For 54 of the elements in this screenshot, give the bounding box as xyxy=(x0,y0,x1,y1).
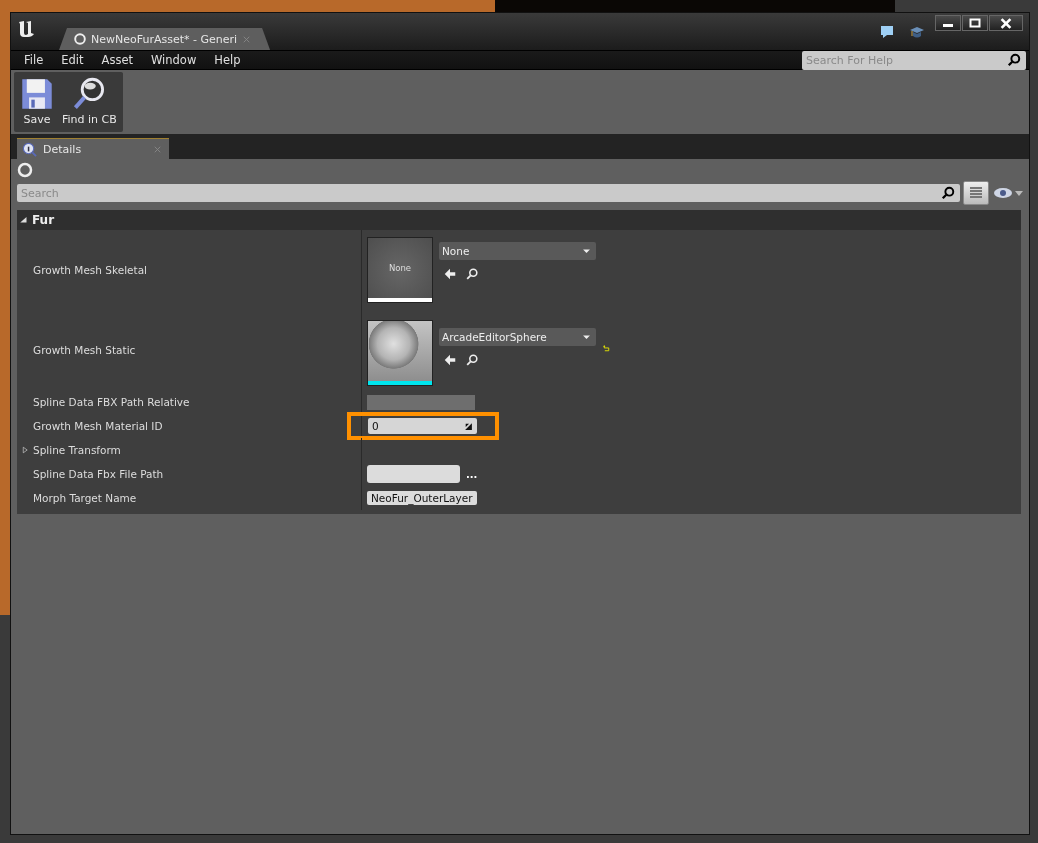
magnifier-icon xyxy=(72,77,107,111)
text-field[interactable] xyxy=(367,394,475,410)
number-field[interactable]: 0 xyxy=(368,418,477,434)
close-button[interactable] xyxy=(989,15,1023,31)
search-icon xyxy=(941,186,955,200)
info-magnifier-icon xyxy=(22,141,37,157)
view-options-button[interactable] xyxy=(963,181,989,205)
circle-icon xyxy=(73,32,87,46)
eye-dropdown-icon[interactable] xyxy=(993,186,1023,200)
collapse-arrow-icon[interactable] xyxy=(19,215,29,225)
menu-item[interactable]: Asset xyxy=(92,53,142,67)
search-field[interactable]: Search xyxy=(17,184,960,202)
property-label: Growth Mesh Static xyxy=(33,344,136,356)
asset-dropdown[interactable]: ArcadeEditorSphere xyxy=(439,328,596,346)
reset-arrow-icon[interactable] xyxy=(602,344,611,353)
graduation-cap-icon[interactable] xyxy=(909,24,925,40)
resize-icon xyxy=(464,421,473,431)
help-search-field[interactable]: Search For Help xyxy=(802,50,1026,70)
property-label: Spline Data Fbx File Path xyxy=(33,468,164,480)
tab-title: NewNeoFurAsset* - Generi xyxy=(91,32,238,46)
search-icon[interactable] xyxy=(465,267,479,281)
category-title: Fur xyxy=(32,213,55,227)
property-label: Growth Mesh Material ID xyxy=(33,420,163,432)
menu-item[interactable]: Help xyxy=(205,53,250,67)
speech-bubble-icon[interactable] xyxy=(879,24,895,40)
minimize-button[interactable] xyxy=(935,15,961,31)
thumbnail-label: None xyxy=(388,263,412,273)
maximize-button[interactable] xyxy=(962,15,988,31)
category-header[interactable]: Fur xyxy=(17,210,1021,230)
toolbar-button[interactable]: Save xyxy=(18,74,56,132)
property-label: Spline Transform xyxy=(33,444,121,456)
name-field[interactable]: NeoFur_OuterLayer xyxy=(367,491,477,505)
browse-button[interactable]: ... xyxy=(466,468,478,480)
asset-dropdown[interactable]: None xyxy=(439,242,596,260)
property-label: Spline Data FBX Path Relative xyxy=(33,396,190,408)
menu-item[interactable]: Window xyxy=(141,53,206,67)
left-arrow-icon[interactable] xyxy=(443,267,457,281)
circle-icon xyxy=(17,162,33,178)
left-arrow-icon[interactable] xyxy=(443,353,457,367)
text-field[interactable] xyxy=(367,465,460,483)
document-tab[interactable]: NewNeoFurAsset* - Generi xyxy=(59,28,271,50)
property-label: Growth Mesh Skeletal xyxy=(33,264,147,276)
property-label: Morph Target Name xyxy=(33,492,137,504)
maximize-icon xyxy=(968,18,982,28)
search-icon[interactable] xyxy=(465,353,479,367)
toolbar-button[interactable]: Find in CB xyxy=(60,74,119,132)
close-icon xyxy=(999,17,1013,29)
menu-item[interactable]: Edit xyxy=(52,53,93,67)
details-tab[interactable]: Details xyxy=(17,138,169,159)
tab-label: Details xyxy=(43,142,83,156)
list-view-icon xyxy=(969,186,983,200)
search-icon xyxy=(1007,52,1021,67)
menu-item[interactable]: File xyxy=(24,53,53,67)
expand-arrow-icon[interactable] xyxy=(21,445,30,455)
